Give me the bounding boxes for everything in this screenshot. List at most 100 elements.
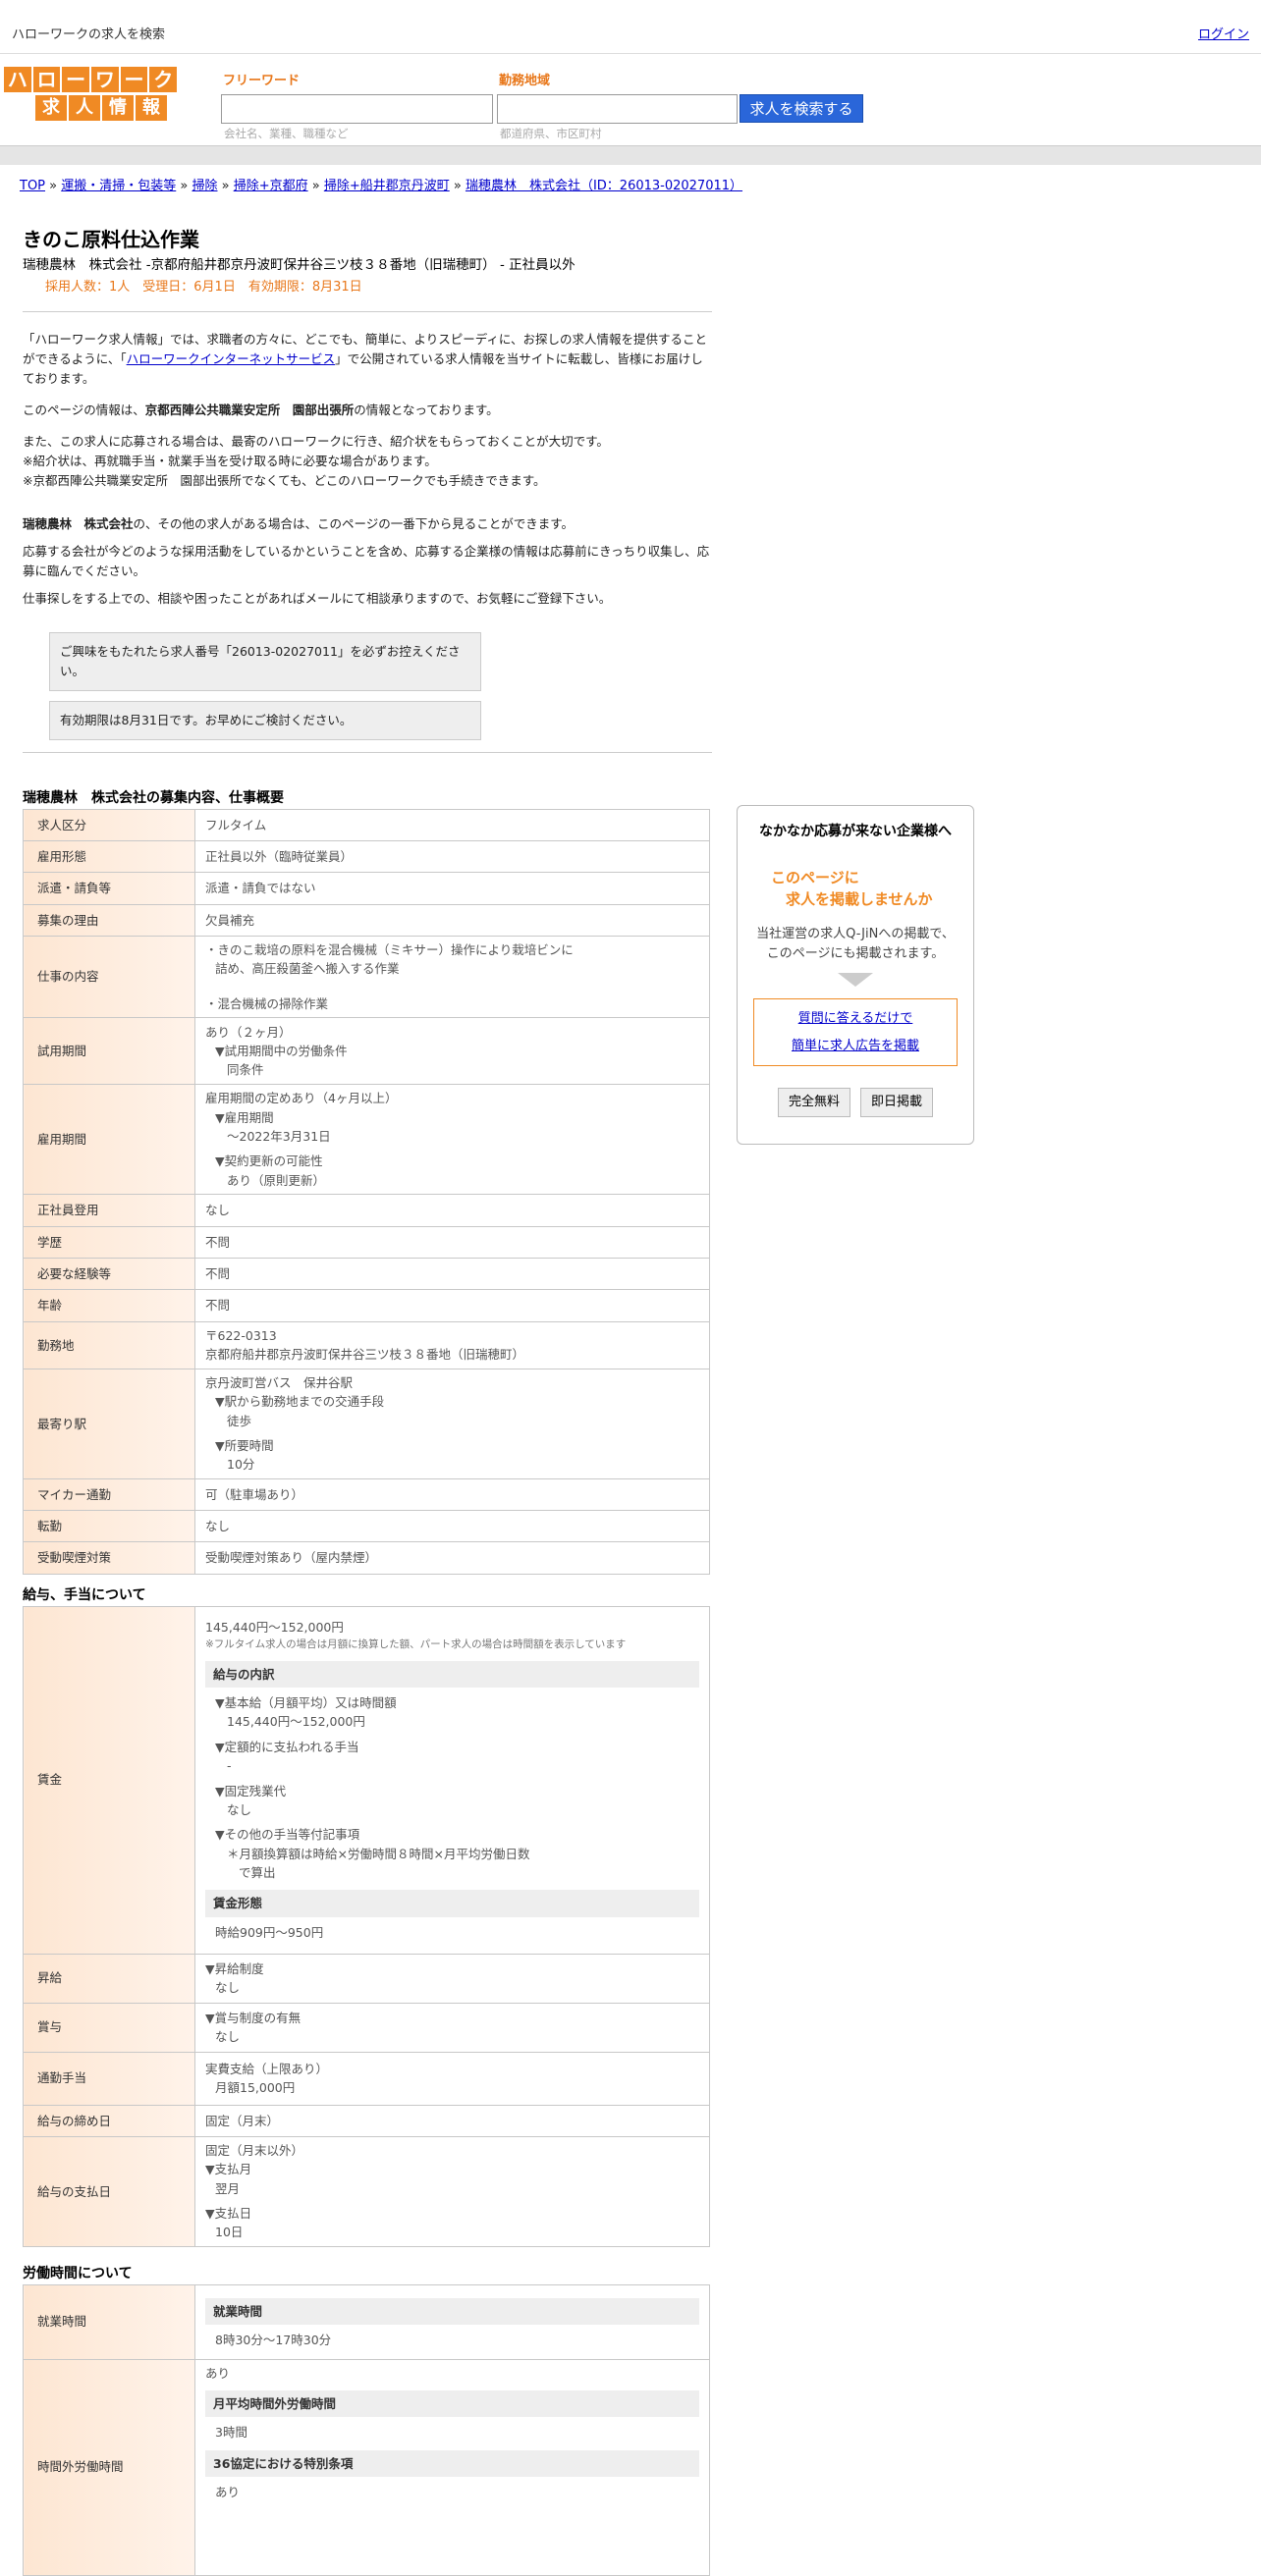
divider-band	[0, 145, 1261, 165]
table-row: 仕事の内容 ・きのこ栽培の原料を混合機械（ミキサー）操作により栽培ビンに 詰め、高圧…	[23, 936, 710, 1019]
area-placeholder: 都道府県、市区町村	[500, 127, 602, 140]
search-button[interactable]: 求人を検索する	[740, 94, 863, 123]
other-jobs-paragraph: 瑞穂農林 株式会社の、その他の求人がある場合は、このページの一番下から見ることが…	[23, 514, 712, 534]
table-row: 給与の支払日 固定（月末以外） ▼支払月 翌月 ▼支払日 10日	[23, 2135, 710, 2247]
table-row: 勤務地 〒622-0313 京都府船井郡京丹波町保井谷三ツ枝３８番地（旧瑞穂町）	[23, 1320, 710, 1369]
promo-buttons: 完全無料 即日掲載	[738, 1087, 973, 1118]
section-title: 給与、手当について	[23, 1587, 146, 1603]
row-key: 賞与	[23, 2002, 195, 2053]
table-row: 試用期間 あり（２ヶ月） ▼試用期間中の労働条件 同条件	[23, 1017, 710, 1086]
breadcrumb-category[interactable]: 運搬・清掃・包装等	[61, 179, 176, 193]
row-value: 固定（月末以外） ▼支払月 翌月 ▼支払日 10日	[194, 2135, 710, 2247]
value-line: 同条件	[227, 1062, 264, 1078]
promo-link-question[interactable]: 質問に答えるだけで	[754, 1005, 957, 1032]
value-line: 詰め、高圧殺菌釜へ搬入する作業	[215, 961, 400, 977]
row-value: 欠員補充	[194, 903, 710, 938]
breadcrumb-town[interactable]: 掃除+船井郡京丹波町	[324, 179, 450, 193]
section-title: 瑞穂農林 株式会社の募集内容、仕事概要	[23, 790, 284, 806]
hellowork-internet-link[interactable]: ハローワークインターネットサービス	[127, 351, 336, 366]
row-key: 試用期間	[23, 1017, 195, 1086]
login-link[interactable]: ログイン	[1198, 26, 1249, 45]
table-row: マイカー通勤 可（駐車場あり）	[23, 1477, 710, 1512]
value-line: あり	[205, 2365, 231, 2381]
row-key: 賃金	[23, 1605, 195, 1955]
row-value: 正社員以外（臨時従業員）	[194, 839, 710, 874]
apply-text: ※紹介状は、再就職手当・就業手当を受け取る時に必要な場合があります。	[23, 454, 437, 469]
job-title: きのこ原料仕込作業	[23, 228, 199, 251]
value-line: なし	[215, 2029, 241, 2045]
logo-char: 報	[136, 95, 167, 121]
value-line: 月額15,000円	[215, 2080, 296, 2096]
table-row: 賃金 145,440円〜152,000円 ※フルタイム求人の場合は月額に換算した…	[23, 1605, 710, 1955]
value-line: ▼支払月	[205, 2162, 252, 2177]
row-value: なし	[194, 1194, 710, 1227]
apply-text: また、この求人に応募される場合は、最寄のハローワークに行き、紹介状をもらっておく…	[23, 434, 609, 450]
value-line: で算出	[239, 1865, 276, 1881]
value-line: 10日	[215, 2225, 244, 2240]
special-clause-heading: 36協定における特別条項	[205, 2449, 699, 2478]
promo-link-post[interactable]: 簡単に求人広告を掲載	[754, 1033, 957, 1059]
value-line: 固定（月末以外）	[205, 2142, 304, 2158]
value-line: -	[227, 1758, 232, 1774]
value-line: ・混合機械の掃除作業	[205, 995, 329, 1011]
same-day-button[interactable]: 即日掲載	[860, 1087, 934, 1118]
breadcrumb-top[interactable]: TOP	[20, 179, 45, 193]
row-value: 145,440円〜152,000円 ※フルタイム求人の場合は月額に換算した額、パ…	[194, 1605, 710, 1955]
value-line: 実費支給（上限あり）	[205, 2061, 329, 2076]
value-line: あり	[215, 2485, 241, 2500]
wage-type-heading: 賃金形態	[205, 1890, 699, 1917]
logo-char: ロ	[32, 67, 61, 92]
advertiser-promo-box: なかなか応募が来ない企業様へ このページに 求人を掲載しませんか 当社運営の求人…	[737, 805, 974, 1145]
value-line: ▼支払日	[205, 2206, 252, 2222]
job-meta: 採用人数：1人 受理日：6月1日 有効期限：8月31日	[45, 279, 362, 295]
row-key: 学歴	[23, 1225, 195, 1259]
logo-char: 人	[69, 95, 100, 121]
table-row: 必要な経験等 不問	[23, 1257, 710, 1291]
notice-expiry: 有効期限は8月31日です。お早めにご検討ください。	[49, 701, 481, 741]
row-value: ▼昇給制度 なし	[194, 1953, 710, 2004]
row-value: ・きのこ栽培の原料を混合機械（ミキサー）操作により栽培ビンに 詰め、高圧殺菌釜へ搬…	[194, 936, 710, 1019]
free-button[interactable]: 完全無料	[777, 1087, 850, 1118]
area-label: 勤務地域	[499, 74, 551, 88]
row-value: 不問	[194, 1257, 710, 1291]
breadcrumb: TOP » 運搬・清掃・包装等 » 掃除 » 掃除+京都府 » 掃除+船井郡京丹…	[20, 179, 743, 193]
section-title: 労働時間について	[23, 2266, 133, 2281]
office-name: 京都西陣公共職業安定所 園部出張所	[144, 402, 355, 418]
logo-row-1: ハローワーク	[4, 67, 178, 92]
row-value: 雇用期間の定めあり（4ヶ月以上） ▼雇用期間 〜2022年3月31日 ▼契約更新の可能…	[194, 1084, 710, 1196]
area-input[interactable]	[497, 94, 738, 124]
freeword-label: フリーワード	[223, 74, 301, 88]
table-row: 転勤 なし	[23, 1510, 710, 1543]
breadcrumb-company[interactable]: 瑞穂農林 株式会社（ID：26013-02027011）	[466, 179, 742, 193]
intro-paragraph: 「ハローワーク求人情報」では、求職者の方々に、どこでも、簡単に、よりスピーディに…	[23, 330, 712, 389]
value-line: ▼駅から勤務地までの交通手段	[215, 1394, 385, 1410]
row-key: 求人区分	[23, 808, 195, 841]
breadcrumb-prefecture[interactable]: 掃除+京都府	[234, 179, 308, 193]
row-value: 〒622-0313 京都府船井郡京丹波町保井谷三ツ枝３８番地（旧瑞穂町）	[194, 1320, 710, 1369]
row-value: フルタイム	[194, 808, 710, 841]
notice-job-number: ご興味をもたれたら求人番号「26013-02027011」を必ずお控えください。	[49, 632, 481, 692]
value-line: なし	[227, 1801, 252, 1817]
row-key: 雇用期間	[23, 1084, 195, 1196]
breadcrumb-job[interactable]: 掃除	[192, 179, 217, 193]
table-row: 賞与 ▼賞与制度の有無 なし	[23, 2002, 710, 2053]
freeword-input[interactable]	[221, 94, 493, 124]
row-value: ▼賞与制度の有無 なし	[194, 2002, 710, 2053]
row-key: 派遣・請負等	[23, 872, 195, 905]
row-value: あり 月平均時間外労働時間 3時間 36協定における特別条項 あり	[194, 2358, 710, 2576]
job-summary-section: 瑞穂農林 株式会社の募集内容、仕事概要 求人区分 フルタイム 雇用形態 正社員以外（…	[23, 789, 710, 1575]
table-row: 求人区分 フルタイム	[23, 808, 710, 841]
job-subtitle: 瑞穂農林 株式会社 -京都府船井郡京丹波町保井谷三ツ枝３８番地（旧瑞穂町） - …	[23, 257, 576, 273]
row-value: 不問	[194, 1225, 710, 1259]
wage-section: 給与、手当について 賃金 145,440円〜152,000円 ※フルタイム求人の…	[23, 1586, 710, 2247]
divider	[23, 752, 712, 754]
row-key: 勤務地	[23, 1320, 195, 1369]
value-line: ＊月額換算額は時給×労働時間８時間×月平均労働日数	[227, 1846, 530, 1861]
row-value: 京丹波町営バス 保井谷駅 ▼駅から勤務地までの交通手段 徒歩 ▼所要時間 10分	[194, 1368, 710, 1479]
logo-char: ー	[120, 67, 148, 92]
hellowork-logo[interactable]: ハローワーク 求人情報	[4, 67, 178, 122]
freeword-placeholder: 会社名、業種、職種など	[224, 127, 349, 140]
wage-range: 145,440円〜152,000円	[205, 1620, 344, 1636]
table-row: 募集の理由 欠員補充	[23, 903, 710, 938]
row-value: 不問	[194, 1289, 710, 1322]
